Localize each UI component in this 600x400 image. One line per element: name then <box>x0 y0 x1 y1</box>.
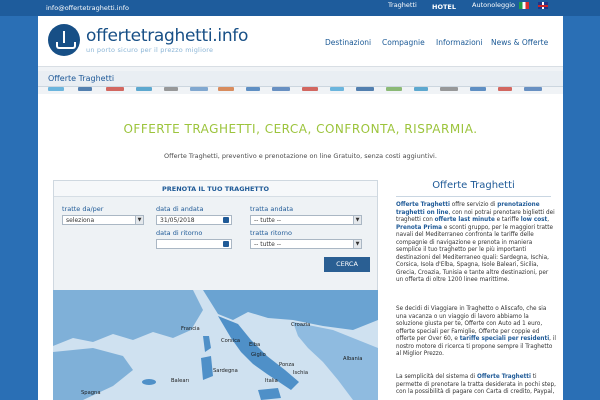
mediterranean-map[interactable]: Francia Croazia Corsica Elba Giglio Ponz… <box>53 290 378 400</box>
sidebar-title: Offerte Traghetti <box>432 180 515 191</box>
map-label-croazia: Croazia <box>291 322 311 328</box>
calendar-icon[interactable] <box>223 241 229 247</box>
logo-name[interactable]: offertetraghetti.info <box>86 26 248 46</box>
label-tratta-andata: tratta andata <box>250 205 294 213</box>
booking-form-title: PRENOTA IL TUO TRAGHETTO <box>54 181 377 197</box>
nav-news-offerte[interactable]: News & Offerte <box>491 38 548 47</box>
partner-logo[interactable] <box>330 87 344 91</box>
tratta-ritorno-value: -- tutte -- <box>254 241 282 248</box>
sidebar-highlight: tariffe speciali per residenti <box>459 336 550 342</box>
sidebar-highlight: low cost <box>520 217 548 223</box>
andata-date-value: 31/05/2018 <box>160 217 195 224</box>
partner-logo[interactable] <box>470 87 486 91</box>
topbar-link-traghetti[interactable]: Traghetti <box>388 1 417 9</box>
italian-flag-icon[interactable] <box>519 2 529 9</box>
partner-logo[interactable] <box>414 87 428 91</box>
sidebar-paragraph-1: Offerte Traghetti offre servizio di pren… <box>396 202 556 285</box>
partner-logo[interactable] <box>190 87 208 91</box>
tratte-select-value: seleziona <box>66 217 95 224</box>
map-label-baleari: Balearı <box>171 378 190 384</box>
tratte-select[interactable]: seleziona ▼ <box>62 215 144 225</box>
partner-logo[interactable] <box>524 87 542 91</box>
map-label-corsica: Corsica <box>221 338 241 344</box>
english-flag-icon[interactable] <box>538 2 548 9</box>
map-label-italia: Italia <box>265 378 278 384</box>
map-label-spagna: Spagna <box>81 390 101 396</box>
label-tratta-ritorno: tratta ritorno <box>250 229 293 237</box>
partner-logo[interactable] <box>272 87 290 91</box>
andata-date-input[interactable]: 31/05/2018 <box>156 215 232 225</box>
map-label-sardegna: Sardegna <box>213 368 238 374</box>
main-content: OFFERTE TRAGHETTI, CERCA, CONFRONTA, RIS… <box>38 94 563 400</box>
tratta-andata-select[interactable]: -- tutte -- ▼ <box>250 215 362 225</box>
label-andata: data di andata <box>156 205 204 213</box>
logo-tagline: un porto sicuro per il prezzo migliore <box>86 46 214 54</box>
tratta-andata-value: -- tutte -- <box>254 217 282 224</box>
partner-logo[interactable] <box>302 87 318 91</box>
chevron-down-icon: ▼ <box>135 216 143 224</box>
land-baleari <box>142 379 156 385</box>
land-sardinia <box>201 356 213 380</box>
ship-logo-icon[interactable] <box>48 24 80 56</box>
partner-logo[interactable] <box>136 87 152 91</box>
sidebar-highlight: Prenota Prima <box>396 224 443 231</box>
nav-destinazioni[interactable]: Destinazioni <box>325 38 371 47</box>
partner-logo[interactable] <box>356 87 374 91</box>
sidebar-text-run: e sconti gruppo, per le maggiori tratte … <box>396 224 553 284</box>
page-title: Offerte Traghetti <box>48 74 115 83</box>
label-tratte: tratte da/per <box>62 205 104 213</box>
contact-email[interactable]: info@offertetraghetti.info <box>46 4 129 12</box>
partner-logo[interactable] <box>106 87 124 91</box>
partner-logo[interactable] <box>440 87 458 91</box>
map-label-albania: Albania <box>343 356 363 362</box>
partner-logo[interactable] <box>164 87 178 91</box>
partner-logo[interactable] <box>78 87 92 91</box>
sidebar-text-run: , <box>547 217 550 223</box>
sidebar-divider <box>396 196 551 197</box>
map-graphic <box>53 290 378 400</box>
partner-logo[interactable] <box>218 87 234 91</box>
page-title-bar: Offerte Traghetti <box>38 71 563 87</box>
partner-logo[interactable] <box>386 87 402 91</box>
map-label-elba: Elba <box>249 342 261 348</box>
land-sicily <box>258 388 281 400</box>
map-label-ponza: Ponza <box>279 362 295 368</box>
label-ritorno: data di ritorno <box>156 229 203 237</box>
headline: OFFERTE TRAGHETTI, CERCA, CONFRONTA, RIS… <box>123 122 478 136</box>
map-label-giglio: Giglio <box>251 352 266 358</box>
sidebar-text-run: offre servizio di <box>449 202 498 208</box>
ritorno-date-input[interactable] <box>156 239 232 249</box>
sidebar-text-run: e tariffe <box>494 217 521 223</box>
top-bar: info@offertetraghetti.info Traghetti HOT… <box>0 0 600 16</box>
sidebar-highlight: Offerte Traghetti <box>396 202 450 208</box>
chevron-down-icon: ▼ <box>353 216 361 224</box>
sidebar-highlight: offerte last minute <box>434 217 495 223</box>
map-label-francia: Francia <box>181 326 200 332</box>
partner-logo[interactable] <box>48 87 64 91</box>
sidebar-paragraph-2: Se decidi di Viaggiare in Traghetto o Al… <box>396 306 556 359</box>
calendar-icon[interactable] <box>223 217 229 223</box>
tratta-ritorno-select[interactable]: -- tutte -- ▼ <box>250 239 362 249</box>
sidebar-text-run: La semplicità del sistema di <box>396 374 478 380</box>
nav-compagnie[interactable]: Compagnie <box>382 38 425 47</box>
sidebar-highlight: Offerte Traghetti <box>477 374 531 380</box>
topbar-link-hotel[interactable]: HOTEL <box>432 3 456 11</box>
topbar-link-autonoleggio[interactable]: Autonoleggio <box>472 1 515 9</box>
partner-logo[interactable] <box>246 87 260 91</box>
nav-informazioni[interactable]: Informazioni <box>436 38 483 47</box>
map-label-ischia: Ischia <box>293 370 308 376</box>
partner-logo[interactable] <box>498 87 512 91</box>
sidebar-paragraph-3: La semplicità del sistema di Offerte Tra… <box>396 374 556 397</box>
site-header: offertetraghetti.info un porto sicuro pe… <box>38 16 563 66</box>
cerca-button[interactable]: CERCA <box>324 257 370 272</box>
subheadline: Offerte Traghetti, preventivo e prenotaz… <box>164 152 437 160</box>
chevron-down-icon: ▼ <box>353 240 361 248</box>
